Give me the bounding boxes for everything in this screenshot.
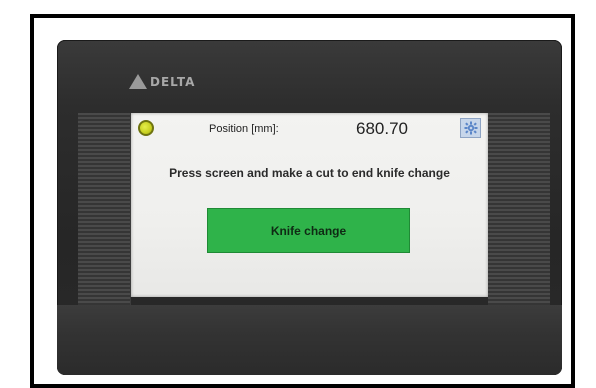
position-label: Position [mm]: bbox=[209, 123, 279, 135]
settings-button[interactable] bbox=[460, 118, 481, 138]
hmi-bezel-bottom bbox=[57, 305, 562, 375]
delta-logo-icon bbox=[129, 74, 147, 89]
status-led-icon bbox=[138, 120, 154, 136]
gear-icon bbox=[464, 121, 477, 135]
knife-change-label: Knife change bbox=[270, 223, 347, 238]
left-vent-stripes bbox=[78, 113, 130, 305]
hmi-screen[interactable]: Position [mm]: 680.70 Press screen and m… bbox=[131, 113, 488, 297]
brand-name: DELTA bbox=[150, 74, 196, 89]
instruction-text: Press screen and make a cut to end knife… bbox=[169, 166, 450, 180]
brand-badge: DELTA bbox=[129, 74, 195, 89]
position-value: 680.70 bbox=[356, 119, 408, 138]
right-vent-stripes bbox=[488, 113, 550, 305]
knife-change-button[interactable]: Knife change bbox=[207, 208, 410, 253]
